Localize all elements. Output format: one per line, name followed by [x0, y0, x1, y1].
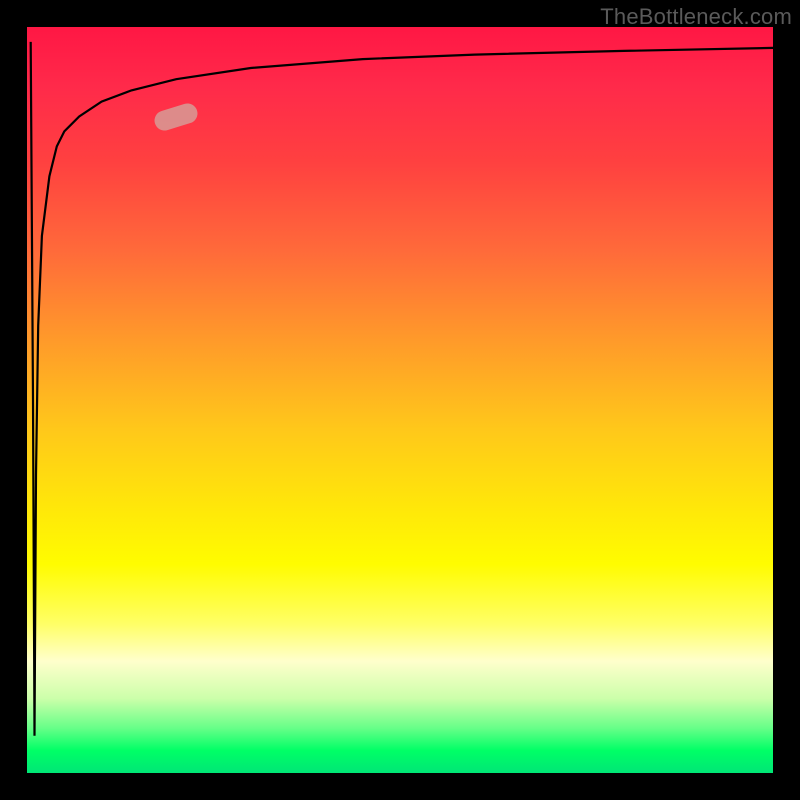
chart-frame: TheBottleneck.com — [0, 0, 800, 800]
gradient-plot-area — [27, 27, 773, 773]
watermark-label: TheBottleneck.com — [600, 4, 792, 30]
